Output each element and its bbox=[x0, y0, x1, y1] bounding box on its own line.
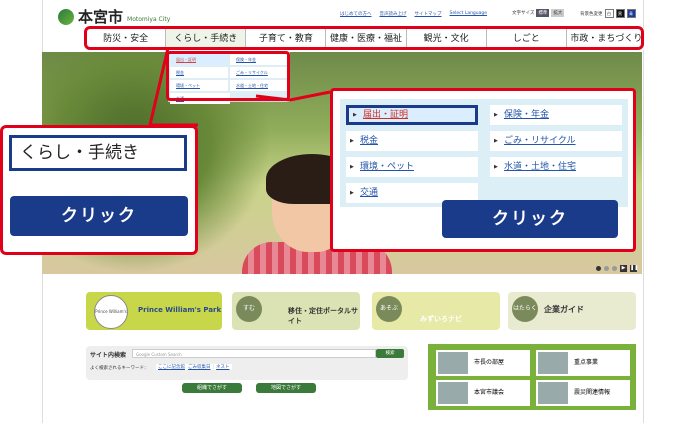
priority-photo bbox=[538, 352, 568, 374]
mayor-photo bbox=[438, 352, 468, 374]
nav-item-tourism[interactable]: 観光・文化 bbox=[407, 28, 487, 50]
pause-icon[interactable]: ❚❚ bbox=[630, 265, 638, 272]
nav-item-city[interactable]: 市政・まちづくり bbox=[567, 28, 646, 50]
banner-text: 企業ガイド bbox=[544, 305, 584, 314]
font-size-large-button[interactable]: 拡大 bbox=[551, 9, 565, 17]
banner-badge: Prince William's Park bbox=[94, 295, 128, 329]
map-search-button[interactable]: 地図でさがす bbox=[256, 383, 316, 393]
tile-disaster[interactable]: 震災関連情報 bbox=[536, 380, 630, 406]
site-logo[interactable]: 本宮市 Motomiya City bbox=[58, 6, 170, 27]
dropdown-item-insurance[interactable]: 保険・年金 bbox=[490, 105, 622, 125]
tile-mayor[interactable]: 市長の部屋 bbox=[436, 350, 530, 376]
color-label: 背景色変更 bbox=[580, 11, 603, 17]
callout-nav-label: くらし・手続き bbox=[9, 135, 187, 171]
search-label: サイト内検索 bbox=[90, 352, 127, 359]
global-nav: 防災・安全 くらし・手続き 子育て・教育 健康・医療・福祉 観光・文化 しごと … bbox=[86, 28, 646, 50]
nav-item-health[interactable]: 健康・医療・福祉 bbox=[326, 28, 407, 50]
dropdown-highlight-outline bbox=[166, 51, 290, 101]
banner-badge: あそぶ bbox=[376, 296, 402, 322]
top-link-first-visit[interactable]: はじめての方へ bbox=[340, 11, 372, 17]
banner-text: みずいろナビ bbox=[420, 315, 462, 323]
site-name-roman: Motomiya City bbox=[127, 16, 171, 23]
color-select: 背景色変更 白 黒 青 bbox=[580, 9, 636, 18]
nav-item-childcare[interactable]: 子育て・教育 bbox=[246, 28, 327, 50]
color-white-button[interactable]: 白 bbox=[604, 9, 614, 18]
click-instruction-left: クリック bbox=[10, 196, 188, 236]
top-link-speech[interactable]: 音声読み上げ bbox=[380, 11, 407, 17]
play-icon[interactable]: ▶ bbox=[620, 265, 627, 272]
city-emblem-icon bbox=[58, 8, 74, 25]
next-slide-icon[interactable]: ❯ bbox=[646, 168, 663, 192]
top-links: はじめての方へ 音声読み上げ サイトマップ Select Language bbox=[340, 11, 487, 17]
council-photo bbox=[438, 382, 468, 404]
banner-mizuiro-navi[interactable]: あそぶ みずいろナビ bbox=[372, 292, 500, 330]
tile-label: 震災関連情報 bbox=[574, 389, 611, 396]
tile-council[interactable]: 本宮市議会 bbox=[436, 380, 530, 406]
font-size-control: 文字サイズ 標準 拡大 bbox=[512, 9, 565, 17]
font-size-label: 文字サイズ bbox=[512, 11, 535, 16]
tile-label: 重点事業 bbox=[574, 359, 599, 366]
color-blue-button[interactable]: 青 bbox=[626, 9, 636, 18]
top-link-sitemap[interactable]: サイトマップ bbox=[415, 11, 442, 17]
keywords-label: よく検索されるキーワード： bbox=[90, 366, 149, 371]
disaster-photo bbox=[538, 382, 568, 404]
slide-dot[interactable] bbox=[612, 266, 617, 271]
slide-pager: ▶ ❚❚ bbox=[596, 265, 638, 272]
banner-text: 移住・定住ポータルサイト bbox=[288, 307, 358, 325]
keyword-link[interactable]: ここに記念館 bbox=[156, 364, 187, 370]
search-input[interactable]: Google Custom Search bbox=[132, 349, 376, 358]
font-size-standard-button[interactable]: 標準 bbox=[536, 9, 550, 17]
tile-priority[interactable]: 重点事業 bbox=[536, 350, 630, 376]
banner-text: Prince William's Park bbox=[138, 306, 222, 314]
keyword-link[interactable]: ネスト bbox=[214, 364, 232, 370]
search-button[interactable]: 検索 bbox=[376, 349, 404, 358]
slide-dot[interactable] bbox=[604, 266, 609, 271]
click-instruction-right: クリック bbox=[442, 200, 618, 238]
site-name: 本宮市 bbox=[78, 8, 124, 26]
tile-label: 市長の部屋 bbox=[474, 359, 505, 366]
keyword-link[interactable]: ごみ収集日 bbox=[186, 364, 213, 370]
quick-links-panel: 市長の部屋 重点事業 本宮市議会 震災関連情報 bbox=[428, 344, 636, 410]
banner-badge: すむ bbox=[236, 296, 262, 322]
dropdown-item-garbage[interactable]: ごみ・リサイクル bbox=[490, 131, 622, 151]
tile-label: 本宮市議会 bbox=[474, 389, 505, 396]
banner-migration[interactable]: すむ 移住・定住ポータルサイト bbox=[232, 292, 360, 330]
dropdown-item-tax[interactable]: 税金 bbox=[346, 131, 478, 151]
top-link-language[interactable]: Select Language bbox=[450, 11, 488, 17]
site-search: サイト内検索 Google Custom Search 検索 よく検索されるキー… bbox=[86, 346, 408, 380]
banner-badge: はたらく bbox=[512, 296, 538, 322]
banner-company-guide[interactable]: はたらく 企業ガイド bbox=[508, 292, 636, 330]
slide-dot[interactable] bbox=[596, 266, 601, 271]
dropdown-item-water[interactable]: 水道・土地・住宅 bbox=[490, 157, 622, 177]
dropdown-menu-large: 届出・証明 保険・年金 税金 ごみ・リサイクル 環境・ペット 水道・土地・住宅 … bbox=[340, 99, 628, 207]
org-search-button[interactable]: 組織でさがす bbox=[182, 383, 242, 393]
nav-item-work[interactable]: しごと bbox=[487, 28, 567, 50]
nav-item-disaster[interactable]: 防災・安全 bbox=[86, 28, 167, 50]
dropdown-item-environment[interactable]: 環境・ペット bbox=[346, 157, 478, 177]
banner-prince-william-park[interactable]: Prince William's Park Prince William's P… bbox=[86, 292, 222, 330]
color-black-button[interactable]: 黒 bbox=[615, 9, 625, 18]
nav-item-living[interactable]: くらし・手続き bbox=[166, 28, 247, 50]
dropdown-item-notifications[interactable]: 届出・証明 bbox=[346, 105, 478, 125]
